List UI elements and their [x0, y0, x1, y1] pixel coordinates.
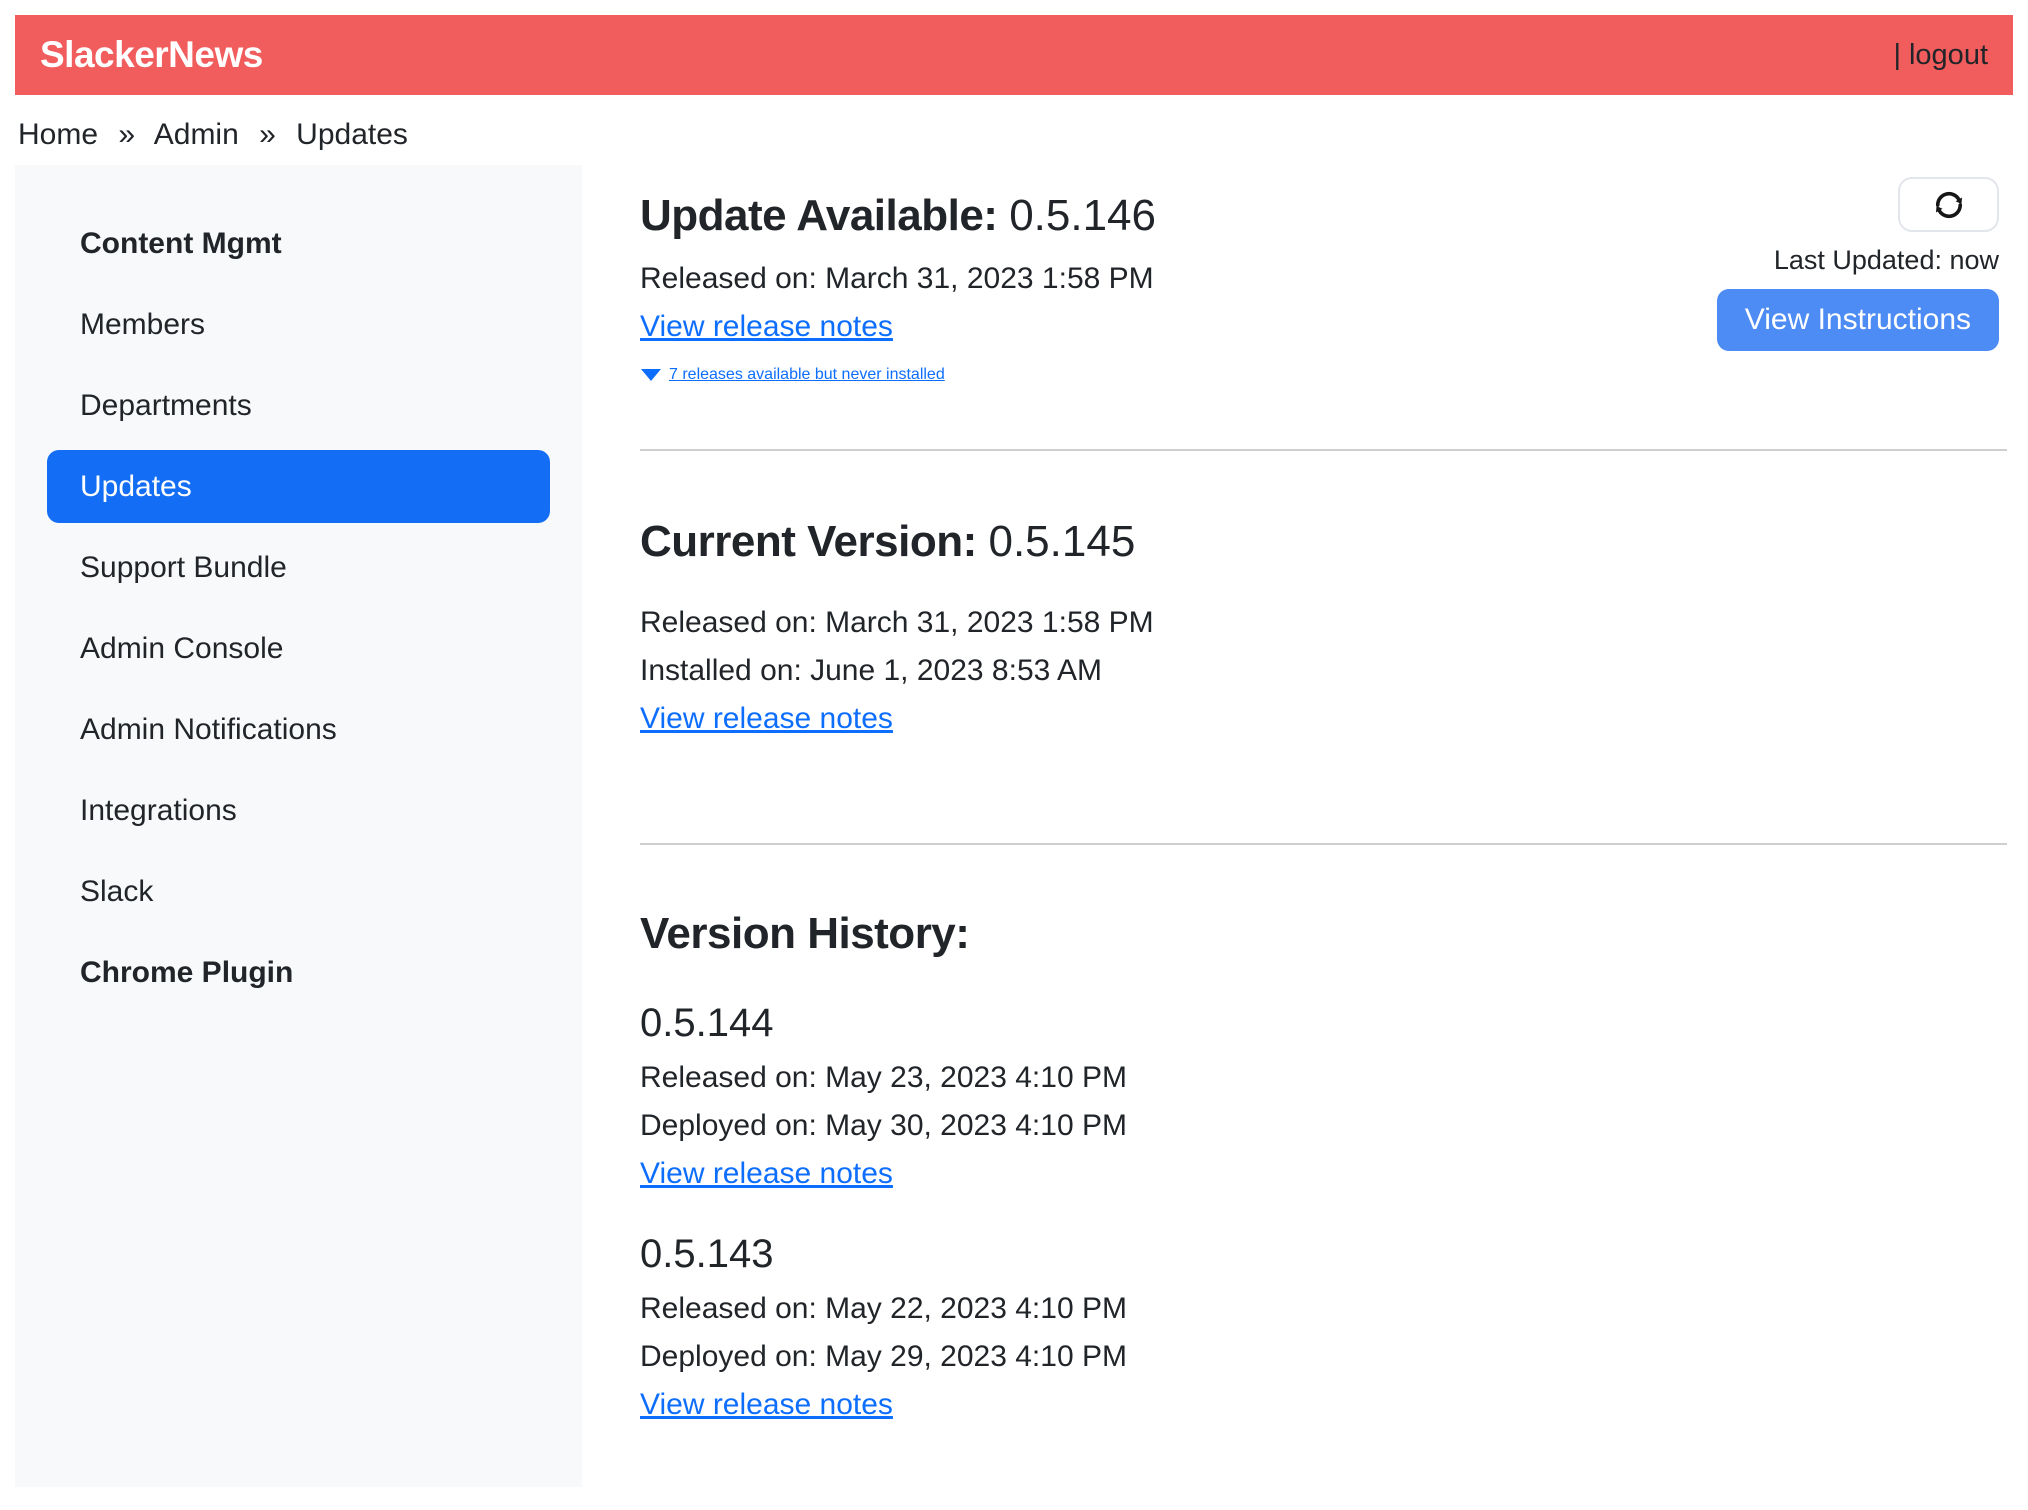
entry-version-number: 0.5.143	[640, 1232, 2007, 1277]
refresh-button[interactable]	[1898, 177, 1999, 232]
version-history-title: Version History:	[640, 909, 2007, 959]
current-version-number: 0.5.145	[988, 517, 1135, 566]
sidebar-item-admin-console[interactable]: Admin Console	[15, 608, 582, 689]
logout-link[interactable]: logout	[1909, 39, 1988, 72]
view-instructions-button[interactable]: View Instructions	[1717, 289, 1999, 351]
entry-version-number: 0.5.144	[640, 1001, 2007, 1046]
current-version-section: Current Version: 0.5.145 Released on: Ma…	[640, 517, 2007, 743]
entry-release-notes-link[interactable]: View release notes	[640, 1157, 893, 1190]
app-header: SlackerNews | logout	[15, 15, 2013, 95]
entry-deployed-on: Deployed on: May 30, 2023 4:10 PM	[640, 1102, 2007, 1150]
content-layout: Content Mgmt Members Departments Updates…	[15, 165, 2013, 1487]
never-installed-link[interactable]: 7 releases available but never installed	[669, 366, 945, 384]
section-divider	[640, 449, 2007, 451]
current-version-title: Current Version: 0.5.145	[640, 517, 2007, 567]
page: SlackerNews | logout Home » Admin » Upda…	[0, 0, 2028, 1510]
breadcrumb-separator: »	[259, 118, 276, 151]
entry-released-on: Released on: May 23, 2023 4:10 PM	[640, 1054, 2007, 1102]
sidebar-item-integrations[interactable]: Integrations	[15, 770, 582, 851]
section-divider	[640, 843, 2007, 845]
update-available-version: 0.5.146	[1009, 191, 1156, 240]
entry-released-on: Released on: May 22, 2023 4:10 PM	[640, 1285, 2007, 1333]
sidebar-item-admin-notifications[interactable]: Admin Notifications	[15, 689, 582, 770]
version-history-entry: 0.5.143 Released on: May 22, 2023 4:10 P…	[640, 1232, 2007, 1429]
update-available-label: Update Available:	[640, 191, 997, 240]
current-release-notes-link[interactable]: View release notes	[640, 702, 893, 735]
breadcrumb-home[interactable]: Home	[18, 118, 98, 151]
logout-area: | logout	[1893, 39, 1988, 72]
admin-sidebar: Content Mgmt Members Departments Updates…	[15, 165, 582, 1487]
never-installed-toggle[interactable]: 7 releases available but never installed	[640, 351, 2007, 399]
sidebar-item-chrome-plugin[interactable]: Chrome Plugin	[15, 932, 582, 1013]
sidebar-item-updates[interactable]: Updates	[47, 450, 550, 523]
last-updated-text: Last Updated: now	[1774, 245, 1999, 276]
breadcrumb-admin[interactable]: Admin	[154, 118, 239, 151]
entry-deployed-on: Deployed on: May 29, 2023 4:10 PM	[640, 1333, 2007, 1381]
logout-separator: |	[1893, 39, 1901, 72]
current-version-label: Current Version:	[640, 517, 977, 566]
sidebar-item-departments[interactable]: Departments	[15, 365, 582, 446]
version-history-entry: 0.5.144 Released on: May 23, 2023 4:10 P…	[640, 1001, 2007, 1198]
version-history-section: Version History: 0.5.144 Released on: Ma…	[640, 909, 2007, 1429]
sidebar-item-slack[interactable]: Slack	[15, 851, 582, 932]
sidebar-item-content-mgmt[interactable]: Content Mgmt	[15, 203, 582, 284]
caret-down-icon	[640, 367, 662, 383]
sidebar-menu: Content Mgmt Members Departments Updates…	[15, 203, 582, 1013]
app-title: SlackerNews	[40, 34, 263, 76]
update-release-notes-link[interactable]: View release notes	[640, 310, 893, 343]
breadcrumb-separator: »	[118, 118, 135, 151]
sidebar-item-members[interactable]: Members	[15, 284, 582, 365]
updates-main: Last Updated: now View Instructions Upda…	[640, 165, 2013, 1487]
breadcrumb: Home » Admin » Updates	[18, 118, 2013, 152]
update-controls: Last Updated: now View Instructions	[1717, 177, 1999, 351]
current-installed-on: Installed on: June 1, 2023 8:53 AM	[640, 647, 2007, 695]
current-released-on: Released on: March 31, 2023 1:58 PM	[640, 599, 2007, 647]
sidebar-item-support-bundle[interactable]: Support Bundle	[15, 527, 582, 608]
refresh-arrows-icon	[1931, 187, 1967, 223]
entry-release-notes-link[interactable]: View release notes	[640, 1388, 893, 1421]
breadcrumb-updates[interactable]: Updates	[296, 118, 408, 151]
